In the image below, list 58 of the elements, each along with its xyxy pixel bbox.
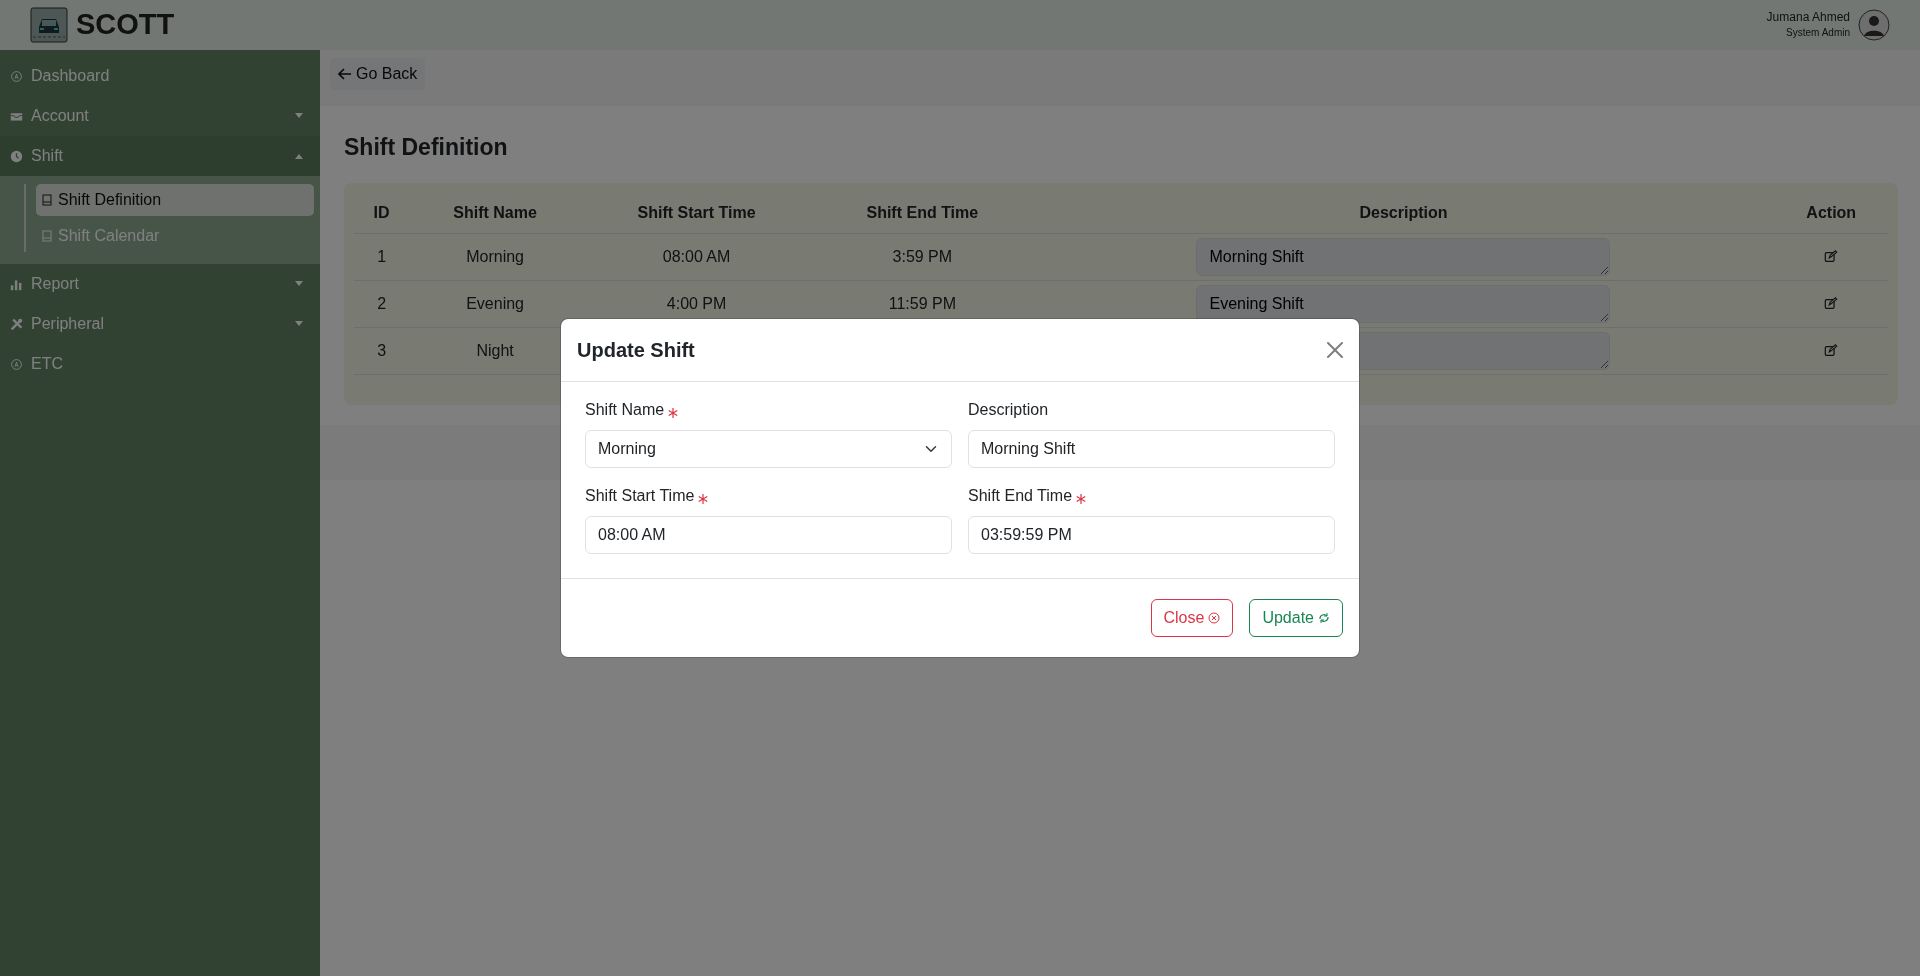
user-name: Jumana Ahmed: [1766, 9, 1850, 26]
document-icon: [42, 194, 52, 206]
sidebar-item[interactable]: Shift: [0, 136, 320, 176]
caret-icon: [294, 321, 304, 327]
sidebar-item[interactable]: Peripheral: [0, 304, 320, 344]
sidebar-item[interactable]: ETC: [0, 344, 320, 384]
sidebar-item[interactable]: Dashboard: [0, 56, 320, 96]
shift-name-select[interactable]: Morning: [585, 430, 952, 468]
sidebar-item[interactable]: Account: [0, 96, 320, 136]
gauge-icon: [10, 69, 23, 83]
page-title: Shift Definition: [344, 133, 509, 162]
back-button[interactable]: Go Back: [330, 58, 426, 90]
input-field[interactable]: 03:59:59 PM: [968, 516, 1335, 554]
table-cell: 3: [354, 327, 410, 374]
refresh-icon: [1318, 612, 1330, 624]
gauge-icon: [10, 357, 23, 371]
table-cell: 08:00 AM: [581, 233, 813, 280]
description-field[interactable]: Morning Shift: [1196, 237, 1611, 276]
table-cell: 1: [354, 233, 410, 280]
input-field[interactable]: Morning Shift: [968, 430, 1335, 468]
required-asterisk-icon: [1076, 493, 1087, 504]
column-header: Description: [1032, 192, 1775, 233]
table-cell: 2: [354, 280, 410, 327]
table-cell: Morning: [409, 233, 581, 280]
sidebar-item[interactable]: Report: [0, 264, 320, 304]
avatar-icon: [1858, 9, 1890, 41]
column-header: Shift End Time: [812, 192, 1033, 233]
brand-name: SCOTT: [76, 7, 175, 43]
field-label: Shift Start Time: [585, 486, 695, 506]
field-label: Shift End Time: [968, 486, 1073, 506]
edit-icon[interactable]: [1824, 297, 1839, 312]
table-cell: 3:59 PM: [812, 233, 1033, 280]
column-header: Shift Start Time: [581, 192, 813, 233]
required-asterisk-icon: [668, 407, 679, 418]
column-header: ID: [354, 192, 410, 233]
input-field[interactable]: 08:00 AM: [585, 516, 952, 554]
edit-icon[interactable]: [1824, 344, 1839, 359]
tools-icon: [10, 317, 23, 331]
field-label: Description: [968, 400, 1049, 420]
arrow-left-icon: [338, 68, 352, 80]
car-logo-icon: [30, 7, 68, 43]
document-icon: [42, 230, 52, 242]
description-field[interactable]: Evening Shift: [1196, 284, 1611, 323]
bar-chart-icon: [10, 277, 23, 291]
caret-icon: [294, 281, 304, 287]
required-asterisk-icon: [698, 493, 709, 504]
user-role: System Admin: [1785, 26, 1850, 41]
field-label: Shift Name: [585, 400, 665, 420]
column-header: Shift Name: [409, 192, 581, 233]
submenu-item[interactable]: Shift Definition: [36, 184, 314, 216]
close-circle-icon: [1208, 612, 1221, 624]
clock-icon: [10, 149, 23, 163]
column-header: Action: [1774, 192, 1888, 233]
caret-icon: [294, 153, 304, 159]
close-button[interactable]: Close: [1150, 599, 1234, 637]
caret-icon: [294, 113, 304, 119]
update-button[interactable]: Update: [1249, 599, 1343, 637]
edit-icon[interactable]: [1824, 250, 1839, 265]
